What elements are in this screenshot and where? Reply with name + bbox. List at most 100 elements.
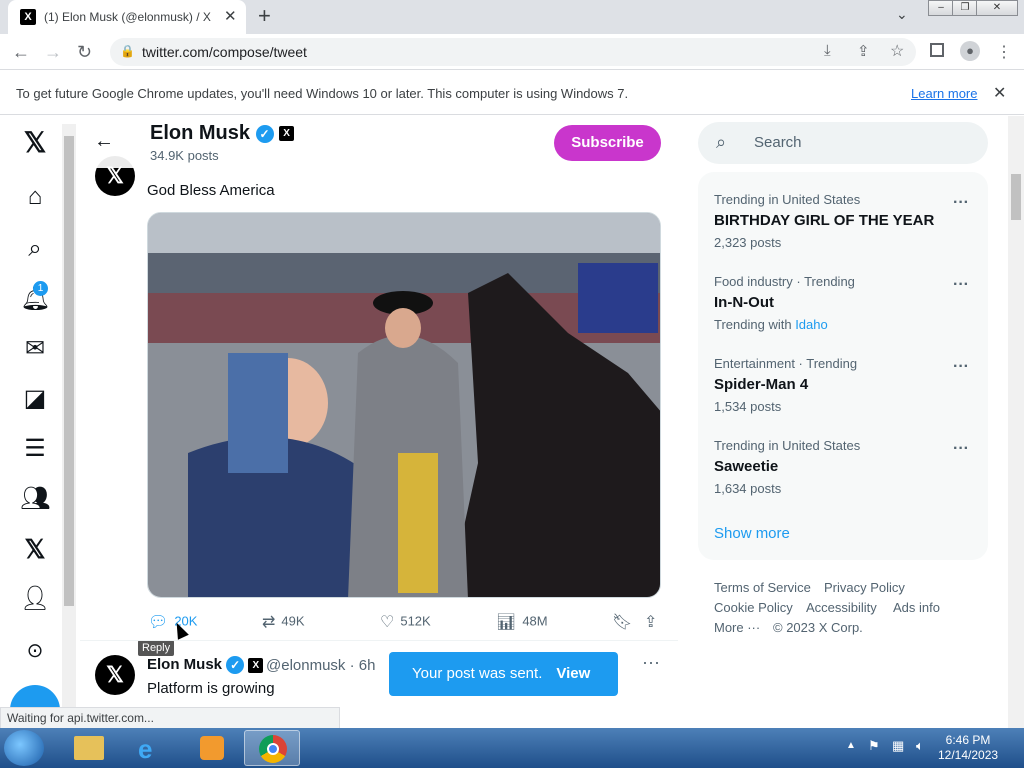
x-affiliation-icon: X: [279, 126, 295, 142]
trend-count: 1,634 posts: [714, 481, 782, 496]
minimize-button[interactable]: –: [928, 0, 954, 16]
grok-icon[interactable]: ◪: [20, 384, 50, 414]
start-button[interactable]: [4, 730, 44, 766]
author-name-text: Elon Musk: [147, 656, 223, 673]
tab-search-icon[interactable]: ⌄: [896, 6, 908, 23]
tweet-text: God Bless America: [147, 182, 275, 199]
close-tab-icon[interactable]: ✕: [224, 7, 237, 25]
more-options-icon[interactable]: ···: [642, 652, 660, 673]
profile-name-text: Elon Musk: [150, 122, 251, 144]
profile-icon[interactable]: ●: [960, 41, 980, 61]
toast-message: Your post was sent.: [412, 665, 543, 682]
trend-more-icon[interactable]: ···: [953, 440, 969, 458]
bookmark-icon: 🔖︎: [612, 614, 633, 631]
cookie-link[interactable]: Cookie Policy: [714, 600, 793, 615]
trend-context: Entertainment · Trending: [714, 356, 858, 371]
ie-taskbar-button[interactable]: e: [124, 730, 180, 766]
page-scrollbar-thumb[interactable]: [1011, 174, 1021, 220]
x-home-logo-icon[interactable]: 𝕏: [20, 128, 50, 158]
menu-icon[interactable]: ⋮: [996, 42, 1012, 62]
share-upload-icon: ⇪: [644, 614, 658, 631]
network-icon[interactable]: ▦: [892, 738, 904, 754]
tab-strip: X (1) Elon Musk (@elonmusk) / X ✕ + ⌄ – …: [0, 0, 1024, 34]
terms-link[interactable]: Terms of Service: [714, 580, 811, 595]
show-more-link[interactable]: Show more: [714, 525, 790, 542]
bar-chart-icon: 📊︎: [496, 614, 517, 631]
tweet-photo[interactable]: [147, 212, 661, 598]
share-post-button[interactable]: ⇪: [644, 612, 663, 632]
premium-x-icon[interactable]: 𝕏: [20, 534, 50, 564]
accessibility-link[interactable]: Accessibility: [806, 600, 877, 615]
windows-taskbar: e ▲ ⚑ ▦ 🔈︎ 6:46 PM 12/14/2023: [0, 728, 1024, 768]
close-infobar-icon[interactable]: ✕: [993, 83, 1006, 103]
verified-badge-icon: ✓: [226, 656, 245, 675]
bookmark-star-icon[interactable]: ☆: [890, 41, 904, 61]
reply-icon: 💬︎: [148, 614, 169, 631]
stadium-photo-illustration: [148, 213, 660, 597]
repost-button[interactable]: ⇄ 49K: [262, 612, 305, 632]
more-circle-icon[interactable]: ⊙: [20, 636, 50, 666]
more-footer-link[interactable]: More ···: [714, 620, 760, 635]
trend-link[interactable]: Idaho: [795, 317, 828, 332]
install-icon[interactable]: ⤓: [824, 42, 831, 59]
trend-context: Food industry · Trending: [714, 274, 855, 289]
lock-icon[interactable]: 🔒: [120, 44, 135, 58]
profile-name: Elon Musk ✓ X: [150, 122, 295, 145]
url-text: twitter.com/compose/tweet: [142, 44, 307, 60]
action-center-flag-icon[interactable]: ⚑: [868, 738, 880, 754]
explore-search-icon[interactable]: ⌕: [20, 234, 50, 264]
browser-tab[interactable]: X (1) Elon Musk (@elonmusk) / X ✕: [8, 0, 246, 34]
system-clock[interactable]: 6:46 PM 12/14/2023: [938, 733, 998, 763]
new-tab-icon[interactable]: +: [258, 3, 271, 29]
like-count: 512K: [400, 613, 431, 629]
back-icon[interactable]: ←: [12, 42, 30, 63]
back-arrow-icon[interactable]: ←: [94, 130, 114, 153]
trend-more-icon[interactable]: ···: [953, 358, 969, 376]
bookmark-button[interactable]: 🔖︎: [612, 612, 638, 632]
privacy-link[interactable]: Privacy Policy: [824, 580, 905, 595]
views-button[interactable]: 📊︎ 48M: [496, 612, 548, 632]
chrome-taskbar-button[interactable]: [244, 730, 300, 766]
explorer-taskbar-button[interactable]: [62, 730, 118, 766]
communities-icon[interactable]: 👥︎: [20, 484, 50, 514]
side-panel-icon[interactable]: [930, 43, 944, 57]
trend-topic[interactable]: Saweetie: [714, 458, 778, 475]
close-window-button[interactable]: ✕: [976, 0, 1018, 16]
media-player-taskbar-button[interactable]: [184, 730, 240, 766]
forward-icon[interactable]: →: [44, 42, 62, 63]
tweet-handle-time: @elonmusk · 6h: [266, 657, 376, 674]
trend-topic[interactable]: Spider-Man 4: [714, 376, 808, 393]
like-button[interactable]: ♡ 512K: [380, 612, 431, 632]
address-bar[interactable]: 🔒 twitter.com/compose/tweet ⤓ ⇪ ☆: [110, 38, 916, 66]
avatar[interactable]: 𝕏: [95, 655, 135, 695]
post-sent-toast: Your post was sent. View: [389, 652, 618, 696]
repost-icon: ⇄: [262, 614, 276, 631]
update-infobar: To get future Google Chrome updates, you…: [0, 71, 1024, 115]
tray-expand-icon[interactable]: ▲: [846, 740, 856, 751]
tweet-author-name[interactable]: Elon Musk ✓ X: [147, 656, 264, 675]
browser-toolbar: ← → ↻ 🔒 twitter.com/compose/tweet ⤓ ⇪ ☆ …: [0, 34, 1024, 70]
home-icon[interactable]: ⌂: [20, 182, 50, 212]
trend-count: 1,534 posts: [714, 399, 782, 414]
subscribe-button[interactable]: Subscribe: [554, 125, 661, 161]
share-icon[interactable]: ⇪: [857, 42, 870, 60]
ads-info-link[interactable]: Ads info: [893, 600, 940, 615]
toast-view-link[interactable]: View: [556, 665, 590, 682]
profile-nav-icon[interactable]: 👤︎: [20, 584, 50, 614]
lists-icon[interactable]: ☰: [20, 434, 50, 464]
reload-icon[interactable]: ↻: [77, 42, 92, 63]
trend-topic[interactable]: BIRTHDAY GIRL OF THE YEAR: [714, 212, 934, 229]
timeline-scrollbar[interactable]: [62, 124, 76, 714]
trend-more-icon[interactable]: ···: [953, 276, 969, 294]
page-scrollbar[interactable]: [1008, 116, 1024, 728]
tab-title: (1) Elon Musk (@elonmusk) / X: [44, 10, 211, 24]
search-box[interactable]: ⌕ Search: [698, 122, 988, 164]
trend-topic[interactable]: In-N-Out: [714, 294, 774, 311]
post-count: 34.9K posts: [150, 148, 219, 163]
restore-button[interactable]: ❐: [952, 0, 978, 16]
volume-muted-icon[interactable]: 🔈︎: [916, 738, 924, 754]
messages-icon[interactable]: ✉: [20, 334, 50, 364]
learn-more-link[interactable]: Learn more: [911, 86, 977, 101]
scrollbar-thumb[interactable]: [64, 136, 74, 606]
trend-more-icon[interactable]: ···: [953, 194, 969, 212]
